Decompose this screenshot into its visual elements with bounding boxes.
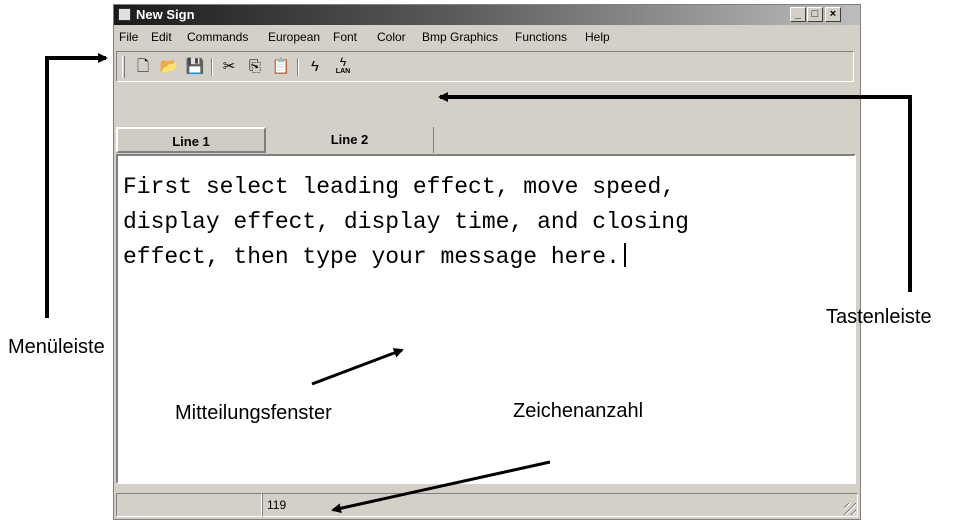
callout-toolbar: Tastenleiste [826, 306, 932, 328]
message-window-arrow [311, 348, 404, 386]
callout-menubar: Menüleiste [8, 336, 105, 358]
char-count-arrow [331, 460, 551, 514]
callout-char-count: Zeichenanzahl [513, 400, 644, 422]
toolbar-arrow [438, 92, 912, 292]
callout-message-window: Mitteilungsfenster [175, 402, 332, 424]
menubar-arrow [45, 53, 108, 318]
callout-arrows [45, 53, 912, 514]
